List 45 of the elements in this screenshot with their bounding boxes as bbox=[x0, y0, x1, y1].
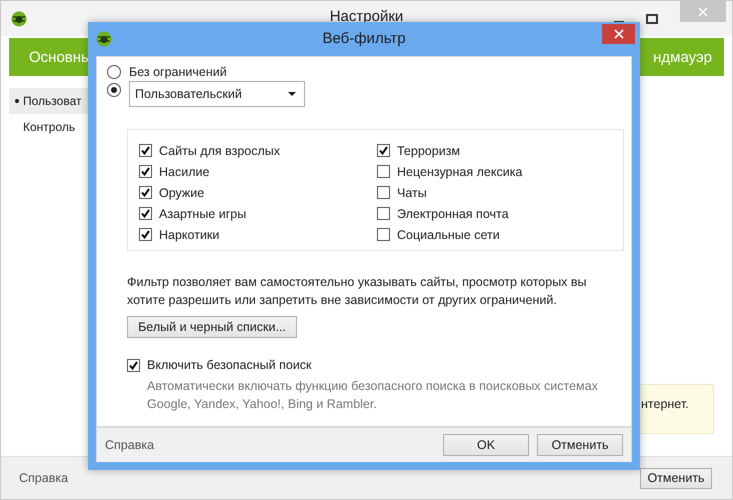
caret-icon bbox=[288, 92, 296, 96]
sidebar-item[interactable]: Пользоват bbox=[9, 88, 91, 114]
sidebar-item[interactable]: Контроль bbox=[9, 114, 91, 140]
checkbox[interactable] bbox=[377, 144, 390, 157]
checkbox[interactable] bbox=[377, 186, 390, 199]
checkbox-label[interactable]: Наркотики bbox=[159, 228, 220, 242]
checkbox[interactable] bbox=[139, 186, 152, 199]
checkbox-label[interactable]: Нецензурная лексика bbox=[397, 164, 522, 178]
close-icon bbox=[614, 29, 624, 39]
checkbox-label[interactable]: Сайты для взрослых bbox=[159, 144, 280, 158]
checkbox-label[interactable]: Чаты bbox=[397, 186, 427, 200]
checkbox[interactable] bbox=[377, 165, 390, 178]
checkbox[interactable] bbox=[139, 144, 152, 157]
help-link[interactable]: Справка bbox=[19, 471, 68, 485]
checkbox-label[interactable]: Оружие bbox=[159, 186, 204, 200]
cancel-button[interactable]: Отменить bbox=[537, 434, 623, 456]
checkbox-label[interactable]: Терроризм bbox=[397, 144, 460, 158]
checkbox[interactable] bbox=[139, 165, 152, 178]
window-title: Настройки bbox=[330, 8, 404, 25]
maximize-icon[interactable] bbox=[646, 14, 658, 24]
checkbox-label[interactable]: Насилие bbox=[159, 164, 210, 178]
radio-label[interactable]: Без ограничений bbox=[129, 65, 227, 79]
dialog-title: Веб-фильтр bbox=[322, 30, 406, 47]
filter-description: Фильтр позволяет вам самостоятельно указывать сайты, просмотр которых вы хотите разрешить или запретить вне зависимости от других ограничений. bbox=[127, 274, 588, 309]
profile-dropdown[interactable]: Пользовательский bbox=[129, 81, 305, 107]
help-link[interactable]: Справка bbox=[105, 438, 154, 452]
checkbox-label[interactable]: Азартные игры bbox=[159, 206, 246, 220]
checkbox[interactable] bbox=[377, 228, 390, 241]
cancel-button[interactable]: Отменить bbox=[640, 468, 712, 488]
lists-button[interactable]: Белый и черный списки... bbox=[127, 316, 297, 338]
spider-logo-icon bbox=[11, 10, 27, 26]
close-icon bbox=[698, 6, 708, 16]
safe-search-description: Автоматически включать функцию безопасного поиска в поисковых системах Google, Yandex, Yahoo!, Bing и Rambler. bbox=[147, 378, 599, 413]
spider-logo-icon bbox=[96, 31, 112, 47]
checkbox-label[interactable]: Включить безопасный поиск bbox=[147, 358, 312, 372]
checkbox-label[interactable]: Социальные сети bbox=[397, 228, 500, 242]
ok-button[interactable]: OK bbox=[443, 434, 529, 456]
checkbox[interactable] bbox=[139, 207, 152, 220]
checkbox[interactable] bbox=[139, 228, 152, 241]
checkbox[interactable] bbox=[377, 207, 390, 220]
close-button[interactable] bbox=[602, 24, 635, 44]
radio-button[interactable] bbox=[107, 83, 121, 97]
radio-button[interactable] bbox=[107, 65, 121, 79]
checkbox-label[interactable]: Электронная почта bbox=[397, 206, 509, 220]
checkbox[interactable] bbox=[127, 358, 140, 372]
